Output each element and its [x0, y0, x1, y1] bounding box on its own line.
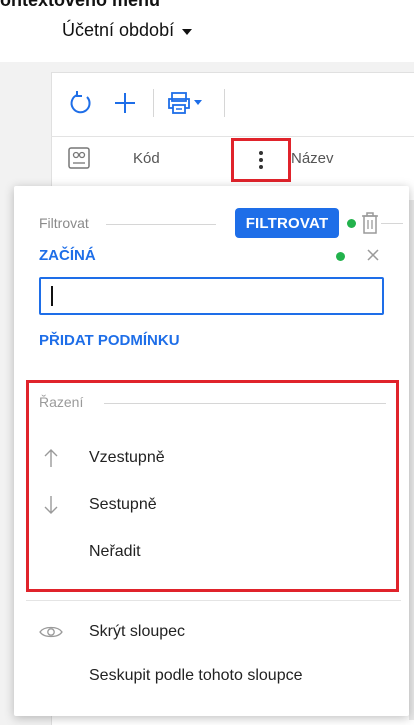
- page: ontextového menu Účetní období Kód Název…: [0, 0, 414, 725]
- trash-icon: [362, 212, 378, 234]
- print-button[interactable]: [160, 83, 214, 123]
- apply-filter-button[interactable]: FILTROVAT: [235, 208, 339, 238]
- remove-condition-button[interactable]: [366, 248, 380, 262]
- hide-column-item[interactable]: Skrýt sloupec: [39, 614, 389, 650]
- period-selector[interactable]: Účetní období: [62, 20, 193, 41]
- period-title: Účetní období: [62, 20, 175, 40]
- grid-toolbar: [51, 80, 414, 126]
- hide-column-label: Skrýt sloupec: [89, 623, 186, 640]
- column-header-kod[interactable]: Kód: [133, 150, 160, 167]
- arrow-down-icon: [39, 493, 63, 517]
- sort-ascending-item[interactable]: Vzestupně: [39, 440, 389, 476]
- column-context-menu: Filtrovat FILTROVAT ZAČÍNÁ PŘIDAT PODMÍN…: [14, 186, 409, 716]
- condition-operator-selector[interactable]: ZAČÍNÁ: [39, 247, 96, 264]
- background-strip: [409, 200, 414, 720]
- add-condition-button[interactable]: PŘIDAT PODMÍNKU: [39, 332, 180, 349]
- clear-filter-button[interactable]: [359, 211, 381, 235]
- condition-status-dot: [336, 252, 345, 261]
- column-header-nazev[interactable]: Název: [291, 150, 334, 167]
- refresh-icon: [70, 91, 91, 114]
- filter-section-divider: [106, 224, 216, 225]
- toolbar-divider: [153, 89, 154, 117]
- refresh-button[interactable]: [59, 83, 103, 123]
- group-by-column-label: Seskupit podle tohoto sloupce: [89, 667, 303, 684]
- filter-section-label: Filtrovat: [39, 215, 89, 231]
- column-chooser-button[interactable]: [68, 147, 90, 169]
- grid-header-row: Kód Název: [51, 136, 414, 182]
- plus-icon: [115, 93, 135, 113]
- filter-status-dot: [347, 219, 356, 228]
- caret-down-icon: [182, 28, 193, 35]
- text-cursor: [51, 286, 53, 306]
- sort-descending-label: Sestupně: [89, 496, 157, 513]
- arrow-up-icon: [39, 446, 63, 470]
- blank-icon: [39, 540, 63, 564]
- filter-value-input[interactable]: [39, 277, 384, 315]
- close-icon: [367, 249, 379, 261]
- toolbar-divider: [224, 89, 225, 117]
- add-button[interactable]: [103, 83, 147, 123]
- cut-off-heading: ontextového menu: [0, 0, 161, 10]
- blank-icon: [39, 664, 63, 688]
- group-by-column-item[interactable]: Seskupit podle tohoto sloupce: [39, 658, 389, 694]
- print-dropdown-icon: [168, 92, 202, 114]
- sort-descending-item[interactable]: Sestupně: [39, 487, 389, 523]
- sort-none-item[interactable]: Neřadit: [39, 534, 389, 570]
- column-chooser-icon: [68, 147, 90, 169]
- menu-divider: [26, 600, 401, 601]
- eye-icon: [39, 620, 63, 644]
- sort-section-label: Řazení: [39, 394, 84, 410]
- sort-none-label: Neřadit: [89, 543, 141, 560]
- sort-ascending-label: Vzestupně: [89, 449, 165, 466]
- filter-section-divider-right: [381, 223, 403, 224]
- sort-section-divider: [104, 403, 386, 404]
- column-menu-button[interactable]: [231, 138, 291, 182]
- kebab-menu-icon: [259, 151, 263, 169]
